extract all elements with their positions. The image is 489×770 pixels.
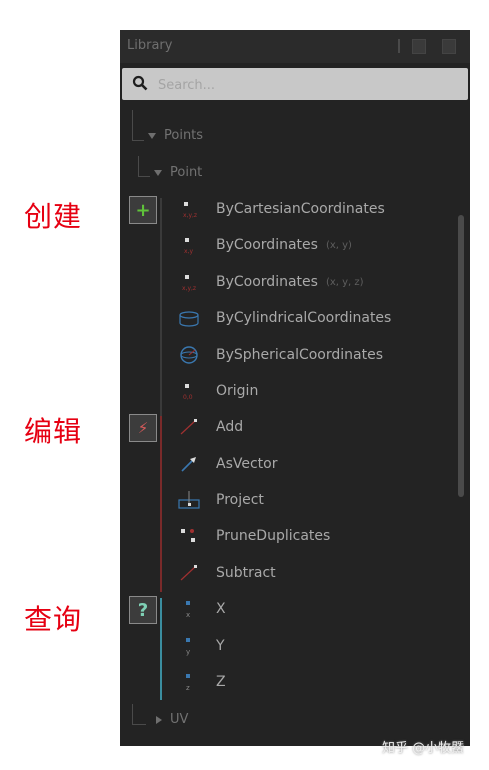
annotation-create: 创建 <box>24 200 83 233</box>
item-label: X <box>216 601 226 617</box>
item-label: Origin <box>216 383 259 399</box>
list-item-bycartesiancoordinates[interactable]: x,y,z ByCartesianCoordinates <box>178 194 458 224</box>
tree-connector <box>132 110 133 140</box>
item-label: ByCoordinates <box>216 237 318 253</box>
tree-connector <box>132 140 144 141</box>
action-group-line <box>160 416 162 592</box>
cylinder-icon <box>178 307 200 329</box>
add-vector-icon <box>178 416 200 438</box>
library-titlebar: Library <box>120 30 470 63</box>
chevron-right-icon <box>156 715 162 724</box>
search-icon <box>132 75 148 91</box>
list-item-bycylindricalcoordinates[interactable]: ByCylindricalCoordinates <box>178 303 458 333</box>
item-label: Subtract <box>216 565 276 581</box>
item-label: ByCylindricalCoordinates <box>216 310 392 326</box>
tree-connector <box>138 156 139 176</box>
svg-text:x,y,z: x,y,z <box>183 212 197 219</box>
settings-icon[interactable] <box>442 39 456 54</box>
list-item-pruneduplicates[interactable]: PruneDuplicates <box>178 521 458 551</box>
list-item-subtract[interactable]: Subtract <box>178 558 458 588</box>
create-group-line <box>160 198 162 426</box>
list-item-bycoordinates-xy[interactable]: x,y ByCoordinates (x, y) <box>178 230 458 260</box>
search-input[interactable] <box>156 73 460 97</box>
tree-label-uv: UV <box>170 712 189 727</box>
item-label: ByCartesianCoordinates <box>216 201 385 217</box>
origin-icon: 0,0 <box>178 380 200 402</box>
list-item-asvector[interactable]: AsVector <box>178 449 458 479</box>
item-label: Project <box>216 492 264 508</box>
list-item-z[interactable]: z Z <box>178 667 458 697</box>
item-label: ByCoordinates <box>216 274 318 290</box>
svg-text:y: y <box>186 648 190 656</box>
sphere-icon <box>178 344 200 366</box>
tree-connector <box>132 724 146 725</box>
point-xyz-icon: x,y,z <box>178 198 200 220</box>
action-category-button[interactable]: ⚡ <box>129 414 157 442</box>
svg-text:x,y,z: x,y,z <box>182 285 196 292</box>
search-bar[interactable] <box>122 68 468 100</box>
annotation-query: 查询 <box>24 603 83 636</box>
layout-icon[interactable] <box>412 39 426 54</box>
tree-node-point[interactable]: Point <box>154 165 202 180</box>
svg-text:z: z <box>186 684 190 692</box>
divider-icon <box>398 39 400 53</box>
x-component-icon: x <box>178 598 200 620</box>
list-item-add[interactable]: Add <box>178 412 458 442</box>
tree-label-points: Points <box>164 128 204 143</box>
tree-connector <box>138 176 150 177</box>
item-label: Y <box>216 638 225 654</box>
query-group-line <box>160 598 162 700</box>
prune-points-icon <box>178 525 200 547</box>
y-component-icon: y <box>178 635 200 657</box>
item-label: Add <box>216 419 244 435</box>
point-xy-icon: x,y <box>178 234 200 256</box>
list-item-project[interactable]: Project <box>178 485 458 515</box>
item-label: BySphericalCoordinates <box>216 347 384 363</box>
svg-text:x,y: x,y <box>184 248 193 255</box>
tree-node-uv[interactable]: UV <box>156 712 188 727</box>
item-label: AsVector <box>216 456 278 472</box>
list-item-origin[interactable]: 0,0 Origin <box>178 376 458 406</box>
item-label: Z <box>216 674 226 690</box>
watermark: 知乎 @小牧鱀 <box>382 741 465 756</box>
query-category-button[interactable]: ? <box>129 596 157 624</box>
list-item-bycoordinates-xyz[interactable]: x,y,z ByCoordinates (x, y, z) <box>178 267 458 297</box>
tree-connector <box>132 704 133 724</box>
create-category-button[interactable]: + <box>129 196 157 224</box>
svg-text:x: x <box>186 611 190 619</box>
project-plane-icon <box>178 489 200 511</box>
library-title: Library <box>127 38 173 53</box>
item-hint: (x, y) <box>325 239 352 251</box>
svg-text:0,0: 0,0 <box>183 394 193 401</box>
vector-arrow-icon <box>178 453 200 475</box>
library-panel: Library Points Point UV + ⚡ ? x,y,z ByCa… <box>120 30 470 746</box>
chevron-down-icon <box>154 169 162 176</box>
item-label: PruneDuplicates <box>216 528 331 544</box>
point-xyz-icon: x,y,z <box>178 271 200 293</box>
chevron-down-icon <box>148 132 156 139</box>
z-component-icon: z <box>178 671 200 693</box>
annotation-edit: 编辑 <box>24 415 83 448</box>
item-hint: (x, y, z) <box>325 276 364 288</box>
list-item-bysphericalcoordinates[interactable]: BySphericalCoordinates <box>178 340 458 370</box>
tree-node-points[interactable]: Points <box>148 128 203 143</box>
list-item-y[interactable]: y Y <box>178 631 458 661</box>
scrollbar[interactable] <box>458 215 464 497</box>
list-item-x[interactable]: x X <box>178 594 458 624</box>
subtract-vector-icon <box>178 562 200 584</box>
tree-label-point: Point <box>170 165 203 180</box>
